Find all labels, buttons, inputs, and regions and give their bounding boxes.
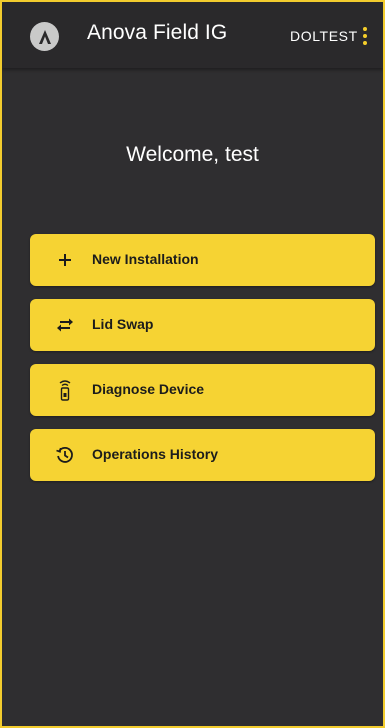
- new-installation-button[interactable]: New Installation: [30, 234, 375, 286]
- lid-swap-button[interactable]: Lid Swap: [30, 299, 375, 351]
- operations-history-button[interactable]: Operations History: [30, 429, 375, 481]
- new-installation-label: New Installation: [92, 251, 199, 267]
- overflow-menu-icon[interactable]: [358, 22, 372, 50]
- lid-swap-label: Lid Swap: [92, 316, 154, 332]
- tenant-label[interactable]: DOLTEST: [290, 28, 358, 44]
- diagnose-device-label: Diagnose Device: [92, 381, 205, 397]
- app-title: Anova Field IG: [87, 21, 228, 44]
- history-icon: [54, 444, 76, 466]
- swap-arrows-icon: [54, 314, 76, 336]
- plus-icon: [54, 249, 76, 271]
- app-bar: Anova Field IG DOLTEST: [2, 2, 383, 68]
- welcome-message: Welcome, test: [126, 143, 259, 166]
- app-logo: [30, 22, 59, 51]
- app-screen: Anova Field IG DOLTEST Welcome, test New…: [0, 0, 385, 728]
- operations-history-label: Operations History: [92, 446, 219, 462]
- diagnose-device-button[interactable]: Diagnose Device: [30, 364, 375, 416]
- anova-logo-icon: [38, 29, 51, 44]
- device-signal-icon: [54, 379, 76, 401]
